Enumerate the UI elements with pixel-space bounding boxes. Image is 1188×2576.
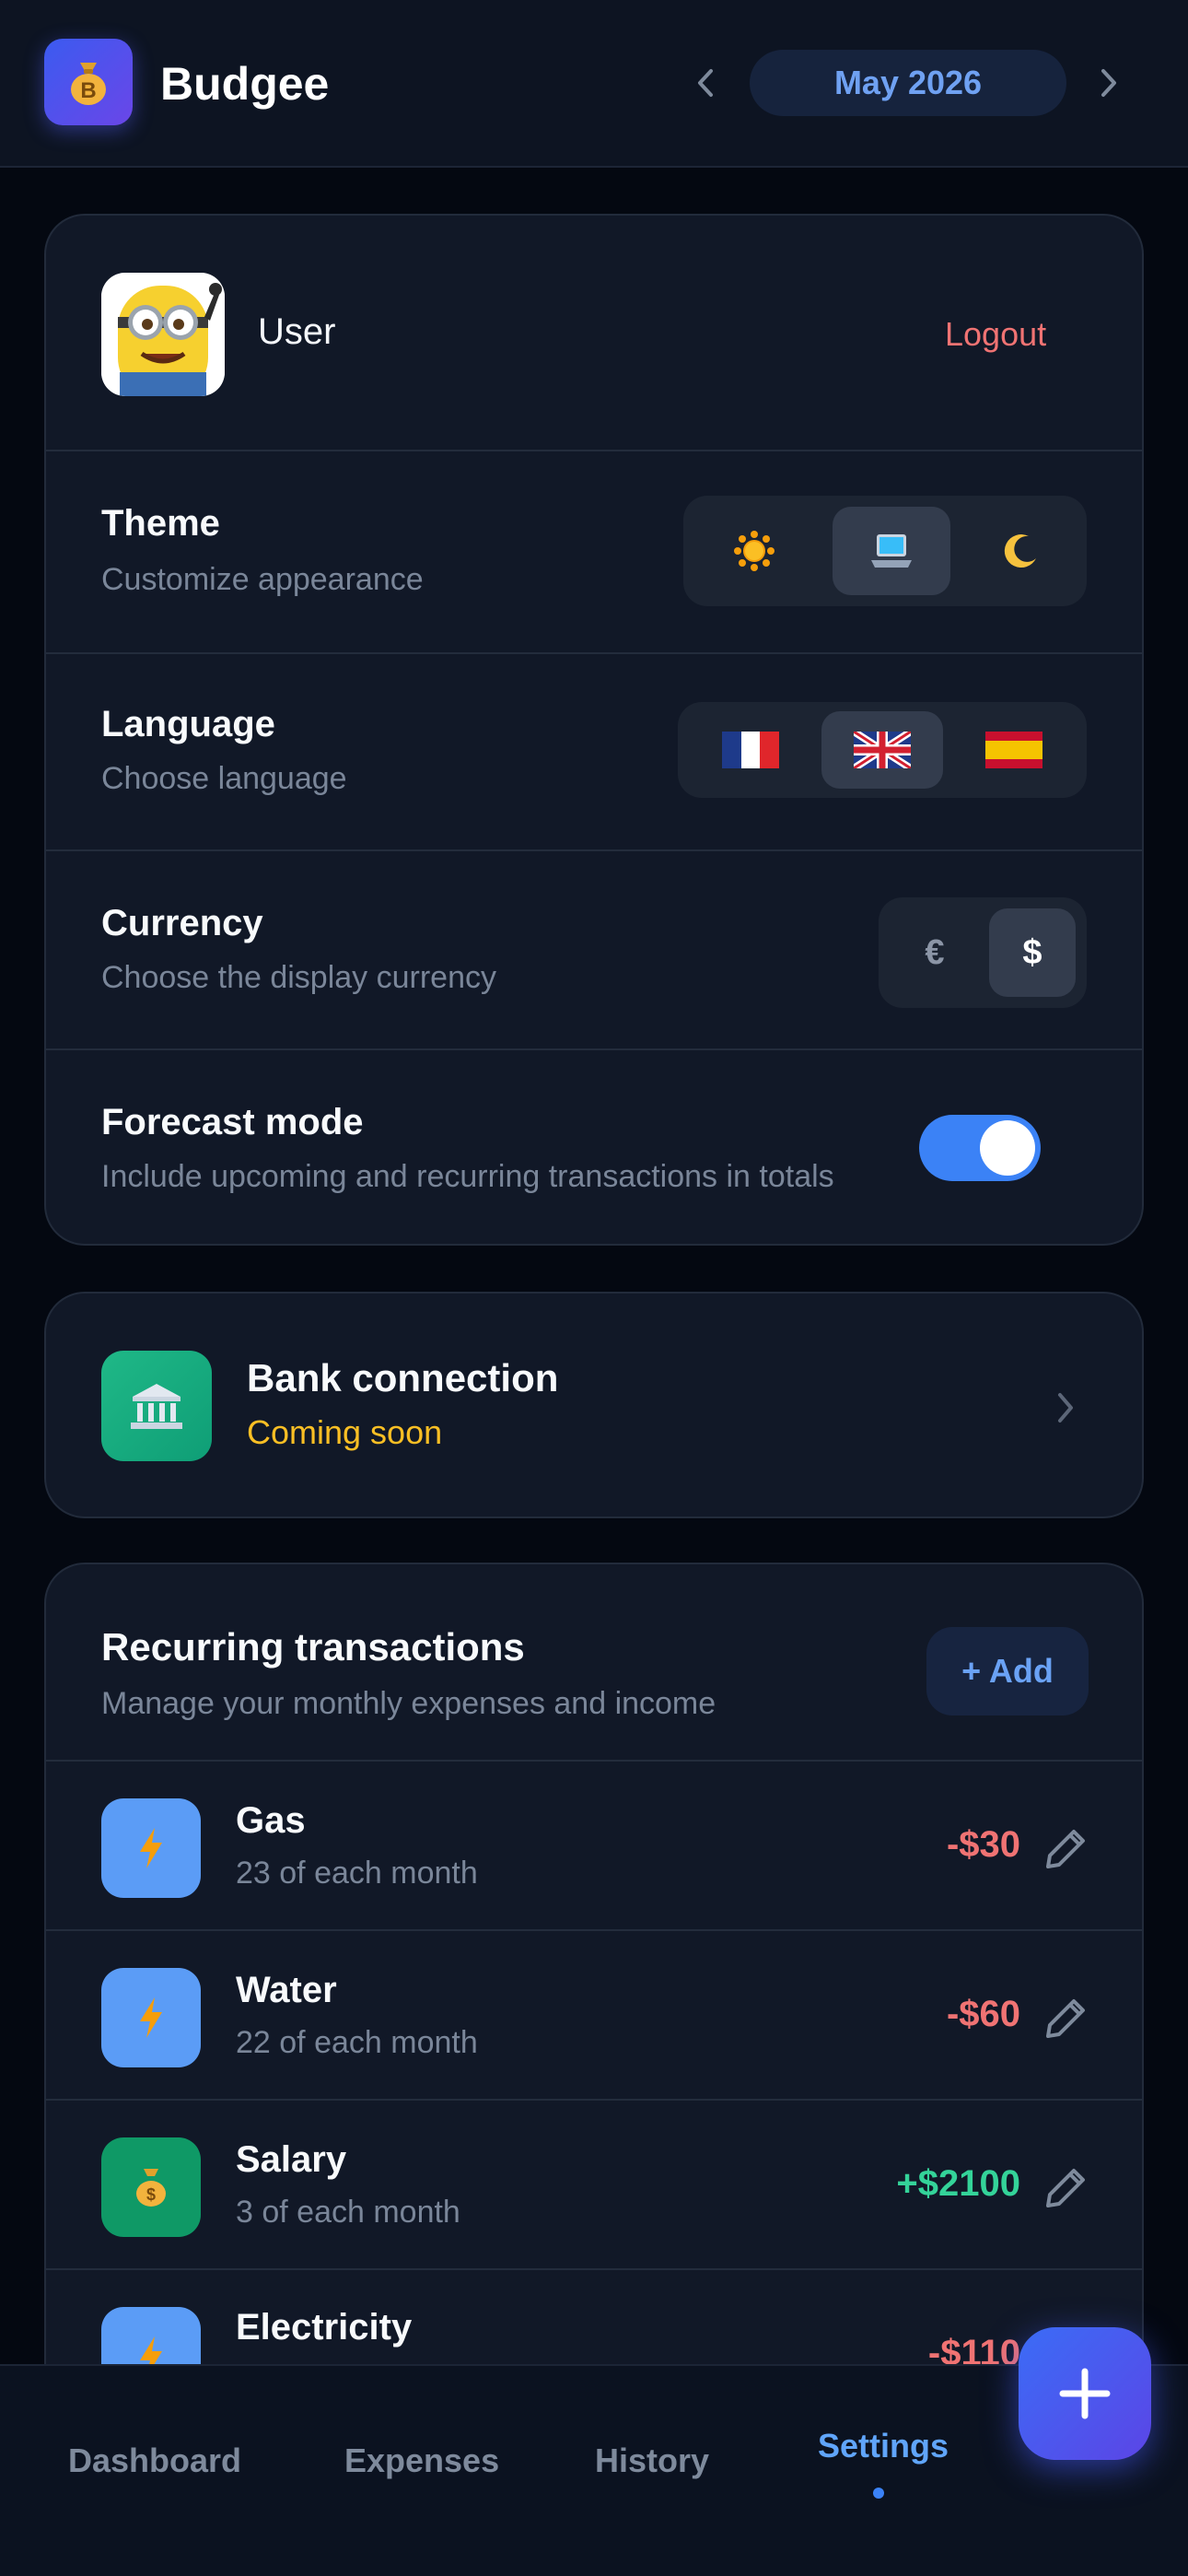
flag-spain-icon [985,732,1042,768]
plus-icon [1059,2368,1111,2419]
bottom-navigation: Dashboard Expenses History Settings [0,2364,1188,2576]
currency-eur-option[interactable]: € [891,908,978,997]
transaction-name: Electricity [236,2307,413,2348]
divider [46,2268,1142,2270]
language-selector [678,702,1087,798]
currency-usd-option[interactable]: $ [989,908,1076,997]
currency-subtitle: Choose the display currency [101,960,497,995]
language-en-option[interactable] [821,711,943,789]
avatar [101,273,225,396]
divider [46,1929,1142,1931]
chevron-left-icon [698,69,713,97]
recurring-title: Recurring transactions [101,1625,525,1669]
lightning-icon [140,1828,162,1868]
language-subtitle: Choose language [101,761,347,796]
app-logo: B [44,39,133,125]
lightning-icon [140,2336,162,2364]
month-selector[interactable]: May 2026 [750,50,1066,116]
transaction-schedule: 23 of each month [236,1856,478,1891]
theme-title: Theme [101,503,220,544]
divider [46,652,1142,654]
transaction-name: Water [236,1970,337,2010]
laptop-icon [871,534,912,568]
moon-icon [1004,534,1036,568]
add-recurring-button[interactable]: + Add [926,1627,1089,1715]
transaction-icon-tile [101,1968,201,2067]
currency-selector: € $ [879,897,1087,1008]
forecast-title: Forecast mode [101,1102,364,1142]
theme-dark-option[interactable] [969,507,1074,595]
transaction-name: Salary [236,2139,347,2180]
nav-settings[interactable]: Settings [818,2427,949,2465]
transaction-amount: -$110 [927,2333,1020,2364]
user-name: User [258,311,336,352]
currency-title: Currency [101,903,263,943]
minion-avatar-icon [101,273,225,396]
language-es-option[interactable] [954,711,1074,789]
svg-text:$: $ [146,2185,156,2204]
toggle-knob [980,1120,1035,1176]
divider [46,1048,1142,1050]
transaction-icon-tile: $ [101,2137,201,2237]
recurring-transactions-card: Recurring transactions Manage your month… [44,1563,1144,2364]
nav-history[interactable]: History [595,2441,709,2480]
logout-button[interactable]: Logout [945,315,1046,354]
nav-dashboard[interactable]: Dashboard [68,2441,241,2480]
transaction-amount: -$60 [946,1994,1020,2034]
add-transaction-fab[interactable] [1019,2327,1151,2460]
language-title: Language [101,704,275,744]
nav-expenses[interactable]: Expenses [344,2441,499,2480]
transaction-amount: -$30 [946,1824,1020,1865]
bank-connection-status: Coming soon [247,1413,443,1451]
settings-card: User Logout Theme Customize appearance L… [44,214,1144,1246]
divider [46,849,1142,851]
forecast-toggle[interactable] [919,1115,1041,1181]
next-month-button[interactable] [1085,57,1131,109]
lightning-icon [140,1997,162,2038]
scroll-content: B Budgee May 2026 User Logout Theme Cust… [0,0,1188,2364]
active-indicator [873,2488,884,2499]
top-bar: B Budgee May 2026 [0,0,1188,168]
app-title: Budgee [160,58,330,110]
transaction-name: Gas [236,1800,306,1841]
pencil-icon[interactable] [1042,2163,1090,2211]
divider [46,1760,1142,1762]
bank-connection-title: Bank connection [247,1356,559,1399]
transaction-icon-tile [101,2307,201,2364]
chevron-right-icon [1058,1393,1073,1423]
bank-connection-card[interactable]: Bank connection Coming soon [44,1292,1144,1518]
chevron-right-icon [1101,69,1116,97]
svg-text:B: B [80,78,96,103]
language-fr-option[interactable] [691,711,810,789]
flag-france-icon [722,732,779,768]
divider [46,450,1142,451]
theme-selector [683,496,1087,606]
transaction-icon-tile [101,1798,201,1898]
transaction-amount: +$2100 [896,2163,1020,2204]
bank-icon [131,1384,182,1429]
divider [46,2099,1142,2101]
recurring-subtitle: Manage your monthly expenses and income [101,1686,716,1721]
previous-month-button[interactable] [683,57,729,109]
transaction-schedule: 22 of each month [236,2025,478,2060]
pencil-icon[interactable] [1042,1824,1090,1872]
theme-subtitle: Customize appearance [101,562,424,597]
theme-system-option[interactable] [833,507,950,595]
pencil-icon[interactable] [1042,1994,1090,2042]
flag-uk-icon [854,732,911,768]
money-bag-icon: B [71,63,106,105]
money-bag-icon: $ [136,2169,166,2207]
sun-icon [734,531,775,571]
transaction-schedule: 3 of each month [236,2195,460,2230]
theme-light-option[interactable] [702,507,807,595]
forecast-subtitle: Include upcoming and recurring transacti… [101,1159,834,1194]
bank-icon-tile [101,1351,212,1461]
